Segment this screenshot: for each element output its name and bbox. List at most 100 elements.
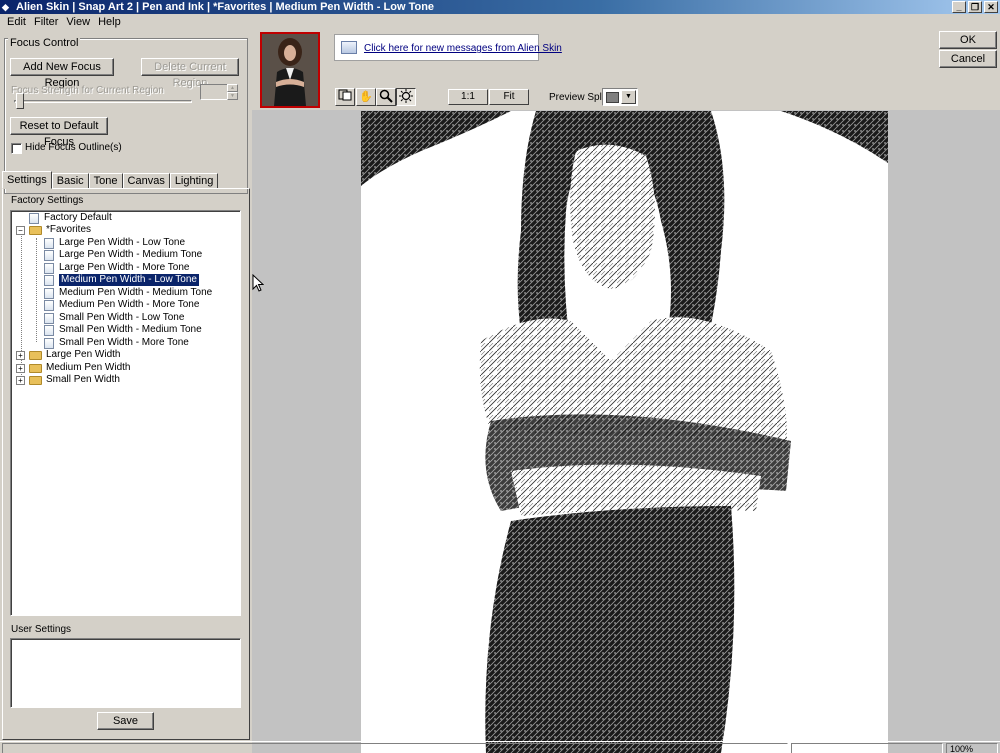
tree-item-label: Small Pen Width - Low Tone bbox=[59, 312, 185, 323]
light-tool-icon[interactable] bbox=[396, 88, 416, 106]
ok-button[interactable]: OK bbox=[939, 31, 997, 49]
hide-outline-checkbox[interactable] bbox=[11, 143, 22, 154]
presets-tree[interactable]: Factory Default − *Favorites Large Pen W… bbox=[10, 210, 241, 616]
menu-filter[interactable]: Filter bbox=[30, 14, 62, 30]
close-button[interactable]: ✕ bbox=[984, 1, 998, 13]
reset-focus-button[interactable]: Reset to Default Focus bbox=[10, 117, 108, 148]
focus-strength-field[interactable] bbox=[200, 84, 228, 100]
focus-strength-track[interactable] bbox=[14, 100, 192, 103]
tree-item-preset[interactable]: Large Pen Width - Medium Tone bbox=[44, 249, 202, 261]
hide-outline-label: Hide Focus Outline(s) bbox=[25, 142, 122, 153]
zoom-fit-button[interactable]: Fit bbox=[489, 89, 529, 105]
mouse-cursor-icon bbox=[252, 274, 264, 292]
tree-item-preset[interactable]: Medium Pen Width - More Tone bbox=[44, 299, 199, 311]
focus-region-tool-icon[interactable] bbox=[335, 88, 355, 106]
hand-tool-icon[interactable]: ✋ bbox=[356, 88, 376, 106]
user-settings-label: User Settings bbox=[11, 624, 72, 635]
tab-lighting[interactable]: Lighting bbox=[169, 173, 219, 189]
collapse-icon[interactable]: − bbox=[16, 225, 25, 235]
restore-button[interactable]: ❐ bbox=[968, 1, 982, 13]
window-titlebar: ◆ Alien Skin | Snap Art 2 | Pen and Ink … bbox=[0, 0, 1000, 14]
tree-item-preset[interactable]: Large Pen Width - Low Tone bbox=[44, 237, 185, 249]
tree-item-preset[interactable]: Small Pen Width - Medium Tone bbox=[44, 324, 202, 336]
tab-basic[interactable]: Basic bbox=[51, 173, 89, 189]
tab-canvas[interactable]: Canvas bbox=[122, 173, 170, 189]
tree-item-label: Small Pen Width - More Tone bbox=[59, 337, 189, 348]
tree-item-label: Medium Pen Width - More Tone bbox=[59, 299, 200, 310]
chevron-down-icon[interactable]: ▼ bbox=[621, 90, 636, 104]
expand-icon[interactable]: + bbox=[16, 375, 25, 385]
preset-icon bbox=[44, 287, 54, 299]
messages-link[interactable]: Click here for new messages from Alien S… bbox=[364, 43, 562, 54]
preset-icon bbox=[44, 299, 54, 311]
tree-item-preset-selected[interactable]: Medium Pen Width - Low Tone bbox=[44, 273, 200, 287]
folder-icon bbox=[29, 363, 42, 373]
tree-item-label: Large Pen Width bbox=[46, 349, 121, 360]
tree-folder-favorites[interactable]: − *Favorites bbox=[16, 224, 91, 236]
preset-icon bbox=[44, 262, 54, 274]
preview-image[interactable] bbox=[361, 111, 888, 753]
expand-icon[interactable]: + bbox=[16, 350, 25, 360]
preview-split-select[interactable]: ▼ bbox=[602, 88, 638, 106]
preset-icon bbox=[44, 237, 54, 249]
focus-strength-label: Focus Strength for Current Region bbox=[11, 85, 164, 96]
focus-strength-slider[interactable] bbox=[16, 93, 24, 109]
menu-help[interactable]: Help bbox=[94, 14, 125, 30]
preset-icon bbox=[44, 249, 54, 261]
pen-and-ink-preview bbox=[361, 111, 888, 753]
tree-item-label: Large Pen Width - Medium Tone bbox=[59, 249, 203, 260]
folder-icon bbox=[29, 375, 42, 385]
tree-item-label: Factory Default bbox=[44, 212, 112, 223]
preset-icon bbox=[44, 324, 54, 336]
window-controls: _ ❐ ✕ bbox=[952, 1, 998, 13]
spin-up-icon[interactable]: ▲ bbox=[227, 84, 238, 92]
settings-tabs: Settings Basic Tone Canvas Lighting bbox=[2, 171, 219, 189]
cancel-button[interactable]: Cancel bbox=[939, 50, 997, 68]
tree-folder-small-pen[interactable]: + Small Pen Width bbox=[16, 374, 120, 386]
tree-item-label: *Favorites bbox=[46, 224, 92, 235]
tree-item-label: Large Pen Width - More Tone bbox=[59, 262, 190, 273]
folder-icon bbox=[29, 350, 42, 360]
add-focus-region-button[interactable]: Add New Focus Region bbox=[10, 58, 114, 89]
tree-item-preset[interactable]: Large Pen Width - More Tone bbox=[44, 262, 189, 274]
menu-view[interactable]: View bbox=[62, 14, 94, 30]
tab-tone[interactable]: Tone bbox=[88, 173, 123, 189]
tree-folder-medium-pen[interactable]: + Medium Pen Width bbox=[16, 362, 130, 374]
tree-item-label: Large Pen Width - Low Tone bbox=[59, 237, 186, 248]
navigator-thumbnail[interactable] bbox=[260, 32, 320, 108]
split-mode-swatch bbox=[606, 92, 619, 103]
tree-item-preset[interactable]: Small Pen Width - Low Tone bbox=[44, 312, 184, 324]
message-bar[interactable]: Click here for new messages from Alien S… bbox=[334, 34, 562, 61]
tree-item-factory-default[interactable]: Factory Default bbox=[29, 212, 112, 224]
preset-icon bbox=[44, 312, 54, 324]
status-bar: 100% bbox=[0, 741, 1000, 753]
status-message bbox=[2, 743, 788, 753]
tree-item-preset[interactable]: Small Pen Width - More Tone bbox=[44, 337, 189, 349]
delete-focus-region-button[interactable]: Delete Current Region bbox=[141, 58, 239, 89]
app-icon[interactable]: ◆ bbox=[2, 2, 12, 12]
thumbnail-image bbox=[262, 34, 318, 106]
menu-edit[interactable]: Edit bbox=[3, 14, 30, 30]
tree-item-preset[interactable]: Medium Pen Width - Medium Tone bbox=[44, 287, 212, 299]
minimize-button[interactable]: _ bbox=[952, 1, 966, 13]
factory-settings-label: Factory Settings bbox=[11, 195, 84, 206]
preset-icon bbox=[44, 274, 54, 286]
zoom-tool-icon[interactable] bbox=[376, 88, 396, 106]
tab-settings[interactable]: Settings bbox=[2, 171, 52, 189]
expand-icon[interactable]: + bbox=[16, 363, 25, 373]
zoom-1to1-button[interactable]: 1:1 bbox=[448, 89, 488, 105]
preset-icon bbox=[44, 337, 54, 349]
tree-item-label: Small Pen Width - Medium Tone bbox=[59, 324, 202, 335]
preset-icon bbox=[29, 212, 39, 224]
tree-folder-large-pen[interactable]: + Large Pen Width bbox=[16, 349, 121, 361]
status-progress bbox=[791, 743, 943, 753]
tree-item-label: Medium Pen Width - Medium Tone bbox=[59, 287, 213, 298]
user-settings-list[interactable] bbox=[10, 638, 241, 708]
envelope-icon bbox=[341, 41, 357, 54]
focus-strength-spinner[interactable]: ▲ ▼ bbox=[227, 84, 238, 100]
tree-connector bbox=[36, 238, 37, 342]
save-button[interactable]: Save bbox=[97, 712, 154, 730]
preview-split-label: Preview Split: bbox=[549, 92, 610, 103]
spin-down-icon[interactable]: ▼ bbox=[227, 92, 238, 100]
tree-item-label: Small Pen Width bbox=[46, 374, 120, 385]
